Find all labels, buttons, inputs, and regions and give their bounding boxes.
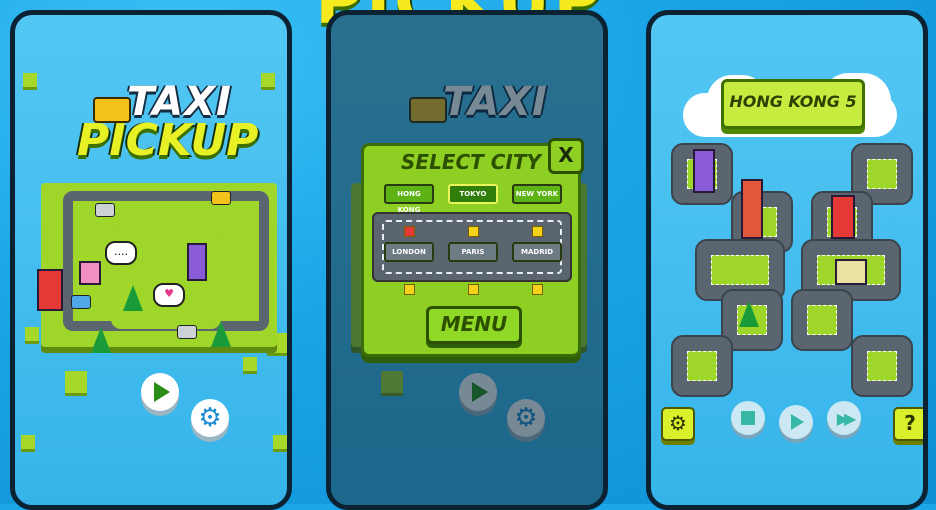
level-title: HONG KONG 5 bbox=[721, 79, 865, 129]
gear-icon: ⚙ bbox=[198, 403, 222, 433]
grass-tile bbox=[23, 73, 37, 87]
car bbox=[71, 295, 91, 309]
grass-tile bbox=[243, 357, 257, 371]
select-city-dialog: SELECT CITY X HONG KONG TOKYO NEW YORK L… bbox=[361, 138, 584, 357]
city-marker bbox=[404, 284, 415, 295]
fast-forward-icon: ▶▶ bbox=[836, 408, 856, 428]
gear-icon: ⚙ bbox=[669, 411, 687, 435]
tree bbox=[739, 301, 759, 327]
grass-tile bbox=[25, 327, 39, 341]
city-marker bbox=[532, 226, 543, 237]
road-tile bbox=[671, 335, 733, 397]
red-building bbox=[37, 269, 63, 311]
play-button[interactable] bbox=[779, 405, 813, 439]
phone-screen-select-city: TAXI ⚙ SELECT CITY X HONG KONG TOKYO NEW… bbox=[326, 10, 608, 510]
tree bbox=[123, 285, 143, 311]
play-icon bbox=[791, 414, 804, 430]
purple-building bbox=[187, 243, 207, 281]
heart-bubble: ♥ bbox=[153, 283, 185, 307]
play-icon bbox=[154, 382, 170, 402]
speech-bubble: .... bbox=[105, 241, 137, 265]
taxi-car bbox=[211, 191, 231, 205]
city-marker bbox=[468, 284, 479, 295]
city-marker bbox=[468, 226, 479, 237]
tree bbox=[91, 327, 111, 353]
settings-button[interactable]: ⚙ bbox=[191, 399, 229, 437]
grass-tile bbox=[273, 435, 287, 449]
menu-button[interactable]: MENU bbox=[426, 306, 522, 344]
dialog-title: SELECT CITY bbox=[401, 150, 541, 174]
close-button[interactable]: X bbox=[548, 138, 584, 174]
city-button-hong-kong[interactable]: HONG KONG bbox=[384, 184, 434, 214]
road-tile bbox=[791, 289, 853, 351]
checkmark-icon bbox=[404, 226, 415, 237]
tree bbox=[211, 321, 231, 347]
city-button-new-york[interactable]: NEW YORK bbox=[512, 184, 562, 204]
car bbox=[177, 325, 197, 339]
road-tile bbox=[851, 335, 913, 397]
shop-building bbox=[835, 259, 867, 285]
purple-building bbox=[693, 149, 715, 193]
stop-icon bbox=[741, 411, 755, 425]
fast-forward-button[interactable]: ▶▶ bbox=[827, 401, 861, 435]
city-marker bbox=[532, 284, 543, 295]
city-button-paris[interactable]: PARIS bbox=[448, 242, 498, 262]
grass-tile bbox=[21, 435, 35, 449]
help-button[interactable]: ? bbox=[893, 407, 923, 441]
play-button[interactable] bbox=[141, 373, 179, 411]
pink-building bbox=[79, 261, 101, 285]
car bbox=[95, 203, 115, 217]
grass-tile bbox=[261, 73, 275, 87]
orange-building bbox=[741, 179, 763, 239]
stop-button[interactable] bbox=[731, 401, 765, 435]
phone-screen-level: HONG KONG 5 ⚙ ▶▶ ? bbox=[646, 10, 928, 510]
red-building bbox=[831, 195, 855, 239]
settings-button[interactable]: ⚙ bbox=[661, 407, 695, 441]
city-button-london[interactable]: LONDON bbox=[384, 242, 434, 262]
city-button-tokyo[interactable]: TOKYO bbox=[448, 184, 498, 204]
phone-screen-title: TAXI PICKUP .... ♥ ⚙ bbox=[10, 10, 292, 510]
city-button-madrid[interactable]: MADRID bbox=[512, 242, 562, 262]
grass-tile bbox=[65, 371, 87, 393]
logo-pickup-text: PICKUP bbox=[77, 115, 259, 166]
